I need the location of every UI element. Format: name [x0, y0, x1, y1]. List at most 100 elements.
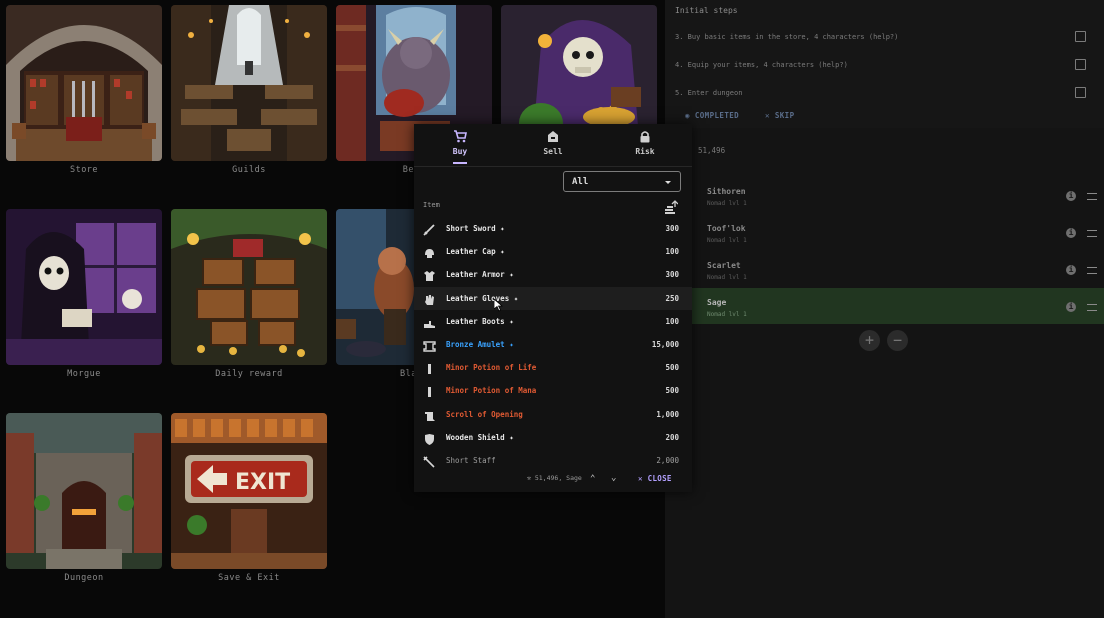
location-morgue[interactable]: Morgue: [6, 209, 162, 379]
remove-character-button[interactable]: −: [887, 330, 908, 351]
character-name: Toof'lok: [707, 224, 746, 233]
location-save-exit[interactable]: EXIT Save & Exit: [171, 413, 327, 583]
item-price: 2,000: [656, 456, 679, 465]
item-price: 15,000: [651, 340, 679, 349]
tab-sell[interactable]: Sell: [523, 130, 583, 156]
vendor-icon: [523, 130, 583, 146]
item-price: 500: [665, 363, 679, 373]
armor-icon: [423, 268, 435, 282]
store-dialog: Buy Sell Risk All Item Short Sword ✦ 300…: [414, 124, 692, 492]
steps-title: Initial steps: [675, 6, 738, 15]
item-name: Bronze Amulet ✦: [446, 340, 514, 349]
category-filter-select[interactable]: All: [563, 171, 681, 192]
store-item-row[interactable]: Minor Potion of Mana 500: [414, 379, 692, 402]
character-class: Nomad lvl 1: [707, 200, 747, 207]
character-class: Nomad lvl 1: [707, 274, 747, 281]
info-icon[interactable]: i: [1066, 302, 1076, 312]
potion-icon: [423, 384, 435, 398]
item-price: 300: [665, 270, 679, 280]
character-row[interactable]: Sithoren Nomad lvl 1 i: [665, 177, 1104, 213]
add-character-button[interactable]: +: [859, 330, 880, 351]
character-class: Nomad lvl 1: [707, 237, 747, 244]
character-class: Nomad lvl 1: [707, 311, 747, 318]
item-price: 100: [665, 247, 679, 257]
step-checkbox[interactable]: [1075, 31, 1086, 42]
daily-reward-image: [171, 209, 327, 365]
step-checkbox[interactable]: [1075, 59, 1086, 70]
info-icon[interactable]: i: [1066, 228, 1076, 238]
location-guilds[interactable]: Guilds: [171, 5, 327, 175]
store-item-row[interactable]: Leather Armor ✦ 300: [414, 263, 692, 286]
item-name: Leather Cap ✦: [446, 247, 505, 257]
mouse-cursor-icon: [494, 299, 503, 312]
step-item[interactable]: 4. Equip your items, 4 characters (help?…: [675, 61, 848, 69]
item-name: Minor Potion of Life: [446, 363, 537, 373]
amulet-icon: [423, 338, 436, 352]
close-icon: ✕: [765, 111, 770, 120]
cart-icon: [430, 130, 490, 146]
close-icon: ✕: [638, 474, 643, 483]
chevron-down-icon: [665, 181, 671, 184]
drag-handle-icon[interactable]: [1087, 304, 1097, 311]
store-item-row[interactable]: Bronze Amulet ✦ 15,000: [414, 333, 692, 356]
item-price: 100: [665, 316, 679, 326]
sword-icon: [423, 222, 435, 236]
close-button[interactable]: ✕ CLOSE: [638, 474, 672, 483]
potion-icon: [423, 361, 435, 375]
store-item-row[interactable]: Leather Boots ✦ 100: [414, 310, 692, 333]
location-dungeon[interactable]: Dungeon: [6, 413, 162, 583]
info-icon[interactable]: i: [1066, 265, 1076, 275]
step-checkbox[interactable]: [1075, 87, 1086, 98]
initial-steps-panel: Initial steps 3. Buy basic items in the …: [665, 0, 1104, 128]
location-label: Daily reward: [215, 369, 283, 379]
chevron-up-icon[interactable]: ⌃: [590, 474, 595, 484]
item-price: 1,000: [656, 409, 679, 419]
location-daily-reward[interactable]: Daily reward: [171, 209, 327, 379]
drag-handle-icon[interactable]: [1087, 193, 1097, 200]
item-price: 300: [665, 224, 679, 233]
store-item-row[interactable]: Leather Gloves ✦ 250: [414, 286, 692, 310]
scroll-icon: [423, 408, 435, 421]
gold-icon: ⚒: [527, 474, 531, 482]
drag-handle-icon[interactable]: [1087, 230, 1097, 237]
character-row[interactable]: Toof'lok Nomad lvl 1 i: [665, 214, 1104, 250]
store-item-row[interactable]: Wooden Shield ✦ 200: [414, 426, 692, 449]
dungeon-image: [6, 413, 162, 569]
tab-buy[interactable]: Buy: [430, 130, 490, 164]
location-label: Dungeon: [64, 573, 104, 583]
info-icon[interactable]: i: [1066, 191, 1076, 201]
item-name: Leather Boots ✦: [446, 316, 514, 326]
skip-button[interactable]: ✕ SKIP: [765, 111, 795, 120]
item-name: Leather Gloves ✦: [446, 293, 519, 303]
gold-amount: 51,496: [698, 146, 726, 155]
chevron-down-icon[interactable]: ⌄: [611, 473, 616, 483]
step-item[interactable]: 3. Buy basic items in the store, 4 chara…: [675, 33, 898, 41]
sort-icon[interactable]: [664, 199, 679, 214]
store-item-row[interactable]: Short Sword ✦ 300: [414, 217, 692, 240]
glove-icon: [423, 292, 435, 305]
character-row-selected[interactable]: Sage Nomad lvl 1 i: [665, 288, 1104, 324]
guilds-image: [171, 5, 327, 161]
tab-label: Risk: [635, 147, 655, 156]
item-name: Leather Armor ✦: [446, 270, 514, 280]
item-name: Short Sword ✦: [446, 224, 505, 233]
drag-handle-icon[interactable]: [1087, 267, 1097, 274]
location-label: Morgue: [67, 369, 101, 379]
store-item-row[interactable]: Scroll of Opening 1,000: [414, 403, 692, 426]
character-row[interactable]: Scarlet Nomad lvl 1 i: [665, 251, 1104, 287]
item-price: 250: [665, 293, 679, 303]
staff-icon: [423, 454, 435, 468]
save-exit-image: EXIT: [171, 413, 327, 569]
store-item-row[interactable]: Leather Cap ✦ 100: [414, 240, 692, 263]
completed-button[interactable]: ◉ COMPLETED: [685, 111, 739, 120]
store-image: [6, 5, 162, 161]
game-screen: Store Guilds Morgue Daily reward Dungeon…: [0, 0, 1104, 618]
tab-risk[interactable]: Risk: [615, 130, 675, 156]
location-label: Save & Exit: [218, 573, 280, 583]
item-name: Scroll of Opening: [446, 409, 523, 419]
step-item: 5. Enter dungeon: [675, 89, 743, 97]
location-store[interactable]: Store: [6, 5, 162, 175]
footer-gold: ⚒ 51,496, Sage: [527, 474, 582, 482]
tab-label: Buy: [452, 147, 468, 156]
store-item-row[interactable]: Minor Potion of Life 500: [414, 356, 692, 379]
